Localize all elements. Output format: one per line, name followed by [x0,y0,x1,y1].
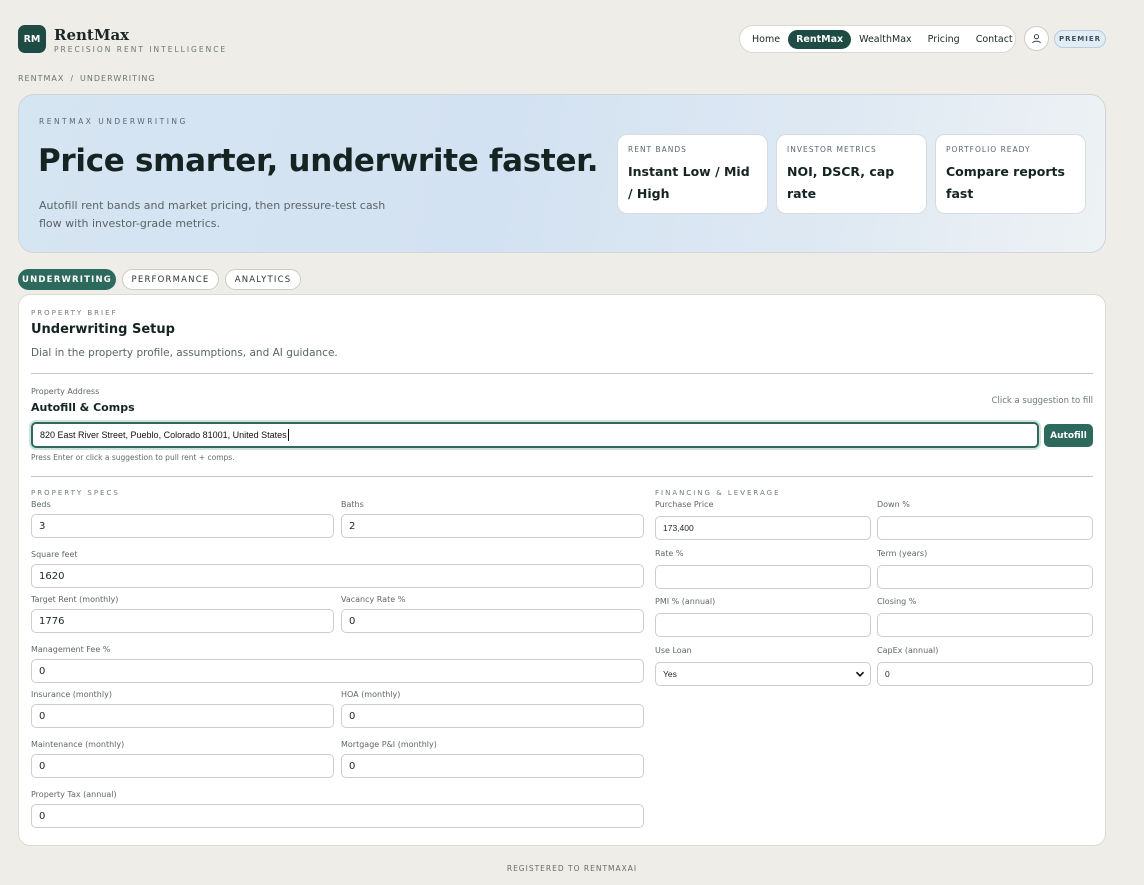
hoa-label: HOA (monthly) [341,690,401,699]
hero-kicker: RENTMAX UNDERWRITING [39,117,188,126]
hero-banner: RENTMAX UNDERWRITING Price smarter, unde… [18,94,1106,253]
beds-input[interactable]: 3 [31,514,334,538]
panel-description: Dial in the property profile, assumption… [31,347,338,359]
vacancy-input[interactable]: 0 [341,609,644,633]
tab-underwriting[interactable]: UNDERWRITING [18,269,116,290]
autofill-button[interactable]: Autofill [1044,424,1093,447]
sqft-label: Square feet [31,550,78,559]
use-loan-select[interactable]: Yes [655,662,871,686]
breadcrumb: RENTMAX / UNDERWRITING [18,74,162,83]
pmi-label: PMI % (annual) [655,597,716,606]
target-rent-input[interactable]: 1776 [31,609,334,633]
breadcrumb-underwriting: UNDERWRITING [80,74,156,83]
plan-badge: PREMIER [1054,30,1106,48]
panel-title: Underwriting Setup [31,322,175,337]
financing-kicker: FINANCING & LEVERAGE [655,489,781,497]
nav-contact[interactable]: Contact [968,30,1021,49]
down-input[interactable] [877,516,1093,540]
baths-label: Baths [341,500,364,509]
hero-subtitle: Autofill rent bands and market pricing, … [39,199,386,230]
user-account-button[interactable] [1024,26,1049,51]
feature-card-value: Compare reports fast [946,164,1065,201]
footer-registration: REGISTERED TO RENTMAXAI [506,864,638,873]
chevron-down-icon [855,671,865,677]
mgmt-fee-label: Management Fee % [31,645,111,654]
property-tax-label: Property Tax (annual) [31,790,117,799]
feature-card-value: Instant Low / Mid / High [628,164,750,201]
nav-wealthmax[interactable]: WealthMax [851,30,920,49]
feature-card-label: INVESTOR METRICS [787,145,877,154]
closing-input[interactable] [877,613,1093,637]
brand-name[interactable]: RentMax [54,26,129,44]
purchase-price-label: Purchase Price [655,500,714,509]
purchase-price-input[interactable]: 173,400 [655,516,871,540]
nav-pricing[interactable]: Pricing [920,30,968,49]
user-icon [1032,34,1041,44]
use-loan-value: Yes [663,669,677,679]
nav-rentmax[interactable]: RentMax [788,29,852,49]
divider [31,476,1093,477]
feature-card-label: PORTFOLIO READY [946,145,1031,154]
sqft-input[interactable]: 1620 [31,564,644,588]
capex-input[interactable]: 0 [877,662,1093,686]
nav-home[interactable]: Home [744,30,788,49]
autofill-section-title: Autofill & Comps [31,401,135,414]
term-label: Term (years) [877,549,928,558]
panel-kicker: PROPERTY BRIEF [31,309,118,317]
feature-card-portfolio-ready: PORTFOLIO READY Compare reports fast [935,134,1086,214]
baths-input[interactable]: 2 [341,514,644,538]
property-specs-kicker: PROPERTY SPECS [31,489,120,497]
address-value: 820 East River Street, Pueblo, Colorado … [40,430,287,440]
term-input[interactable] [877,565,1093,589]
property-tax-input[interactable]: 0 [31,804,644,828]
logo-badge[interactable]: RM [18,25,46,53]
mortgage-pi-label: Mortgage P&I (monthly) [341,740,437,749]
top-header: RM RentMax PRECISION RENT INTELLIGENCE H… [0,0,1144,74]
divider [31,373,1093,374]
pmi-input[interactable] [655,613,871,637]
address-input[interactable]: 820 East River Street, Pueblo, Colorado … [31,422,1039,448]
maintenance-label: Maintenance (monthly) [31,740,125,749]
main-nav: Home RentMax WealthMax Pricing Contact [739,25,1016,53]
rate-input[interactable] [655,565,871,589]
capex-label: CapEx (annual) [877,646,939,655]
vacancy-label: Vacancy Rate % [341,595,406,604]
target-rent-label: Target Rent (monthly) [31,595,119,604]
insurance-input[interactable]: 0 [31,704,334,728]
feature-card-label: RENT BANDS [628,145,687,154]
tab-performance[interactable]: PERFORMANCE [122,269,219,290]
address-help-text: Press Enter or click a suggestion to pul… [31,453,235,462]
text-caret [287,429,289,441]
hero-title: Price smarter, underwrite faster. [38,143,599,179]
breadcrumb-separator: / [70,74,75,83]
address-label: Property Address [31,387,100,396]
feature-card-value: NOI, DSCR, cap rate [787,164,895,201]
use-loan-label: Use Loan [655,646,692,655]
breadcrumb-rentmax[interactable]: RENTMAX [18,74,64,83]
suggestion-hint: Click a suggestion to fill [991,396,1093,406]
rate-label: Rate % [655,549,684,558]
maintenance-input[interactable]: 0 [31,754,334,778]
brand-tagline: PRECISION RENT INTELLIGENCE [54,45,228,54]
mortgage-pi-input[interactable]: 0 [341,754,644,778]
feature-card-investor-metrics: INVESTOR METRICS NOI, DSCR, cap rate [776,134,927,214]
mgmt-fee-input[interactable]: 0 [31,659,644,683]
closing-label: Closing % [877,597,917,606]
tab-analytics[interactable]: ANALYTICS [225,269,301,290]
beds-label: Beds [31,500,51,509]
hoa-input[interactable]: 0 [341,704,644,728]
down-label: Down % [877,500,910,509]
underwriting-panel: PROPERTY BRIEF Underwriting Setup Dial i… [18,294,1106,846]
insurance-label: Insurance (monthly) [31,690,112,699]
feature-card-rent-bands: RENT BANDS Instant Low / Mid / High [617,134,768,214]
